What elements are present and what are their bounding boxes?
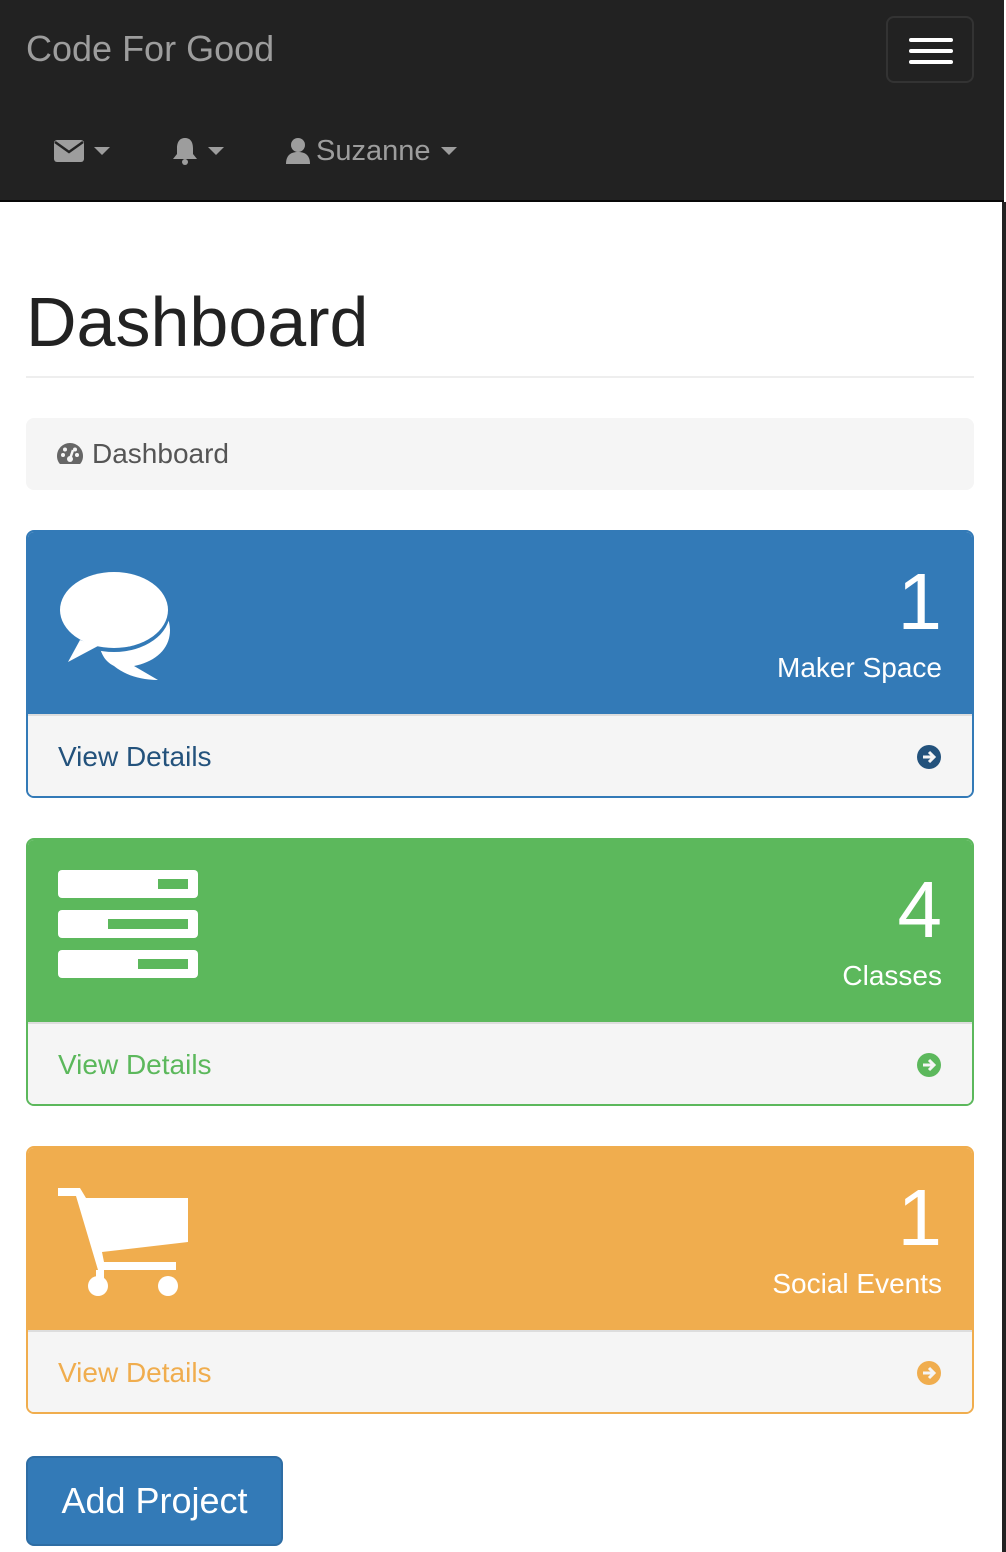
view-details-link[interactable]: View Details	[58, 1049, 212, 1081]
dashboard-icon	[57, 443, 83, 464]
caret-down-icon	[94, 147, 110, 155]
add-project-button[interactable]: Add Project	[26, 1456, 283, 1546]
maker-space-label: Maker Space	[777, 652, 942, 683]
tasks-icon	[58, 870, 198, 978]
social-events-view-details[interactable]: View Details	[28, 1330, 972, 1412]
user-icon	[286, 138, 310, 164]
messages-dropdown[interactable]	[54, 130, 110, 172]
view-details-link[interactable]: View Details	[58, 741, 212, 773]
classes-label: Classes	[842, 960, 942, 991]
maker-space-count: 1	[897, 557, 943, 646]
breadcrumb-item: Dashboard	[92, 438, 229, 469]
alerts-dropdown[interactable]	[172, 130, 224, 172]
caret-down-icon	[208, 147, 224, 155]
classes-count: 4	[897, 865, 943, 954]
social-events-count: 1	[897, 1173, 943, 1262]
breadcrumb: Dashboard	[26, 418, 974, 490]
brand-link[interactable]: Code For Good	[26, 28, 274, 70]
comments-icon	[58, 572, 170, 680]
classes-view-details[interactable]: View Details	[28, 1022, 972, 1104]
shopping-cart-icon	[58, 1188, 188, 1296]
social-events-label: Social Events	[772, 1268, 942, 1299]
page-title: Dashboard	[26, 283, 369, 361]
envelope-icon	[54, 140, 84, 162]
hamburger-icon	[909, 38, 953, 42]
page-header: Dashboard	[26, 282, 974, 378]
arrow-circle-right-icon	[917, 1053, 941, 1077]
maker-space-panel: 1 Maker Space View Details	[26, 530, 974, 798]
page-edge	[1002, 202, 1006, 1552]
arrow-circle-right-icon	[917, 1361, 941, 1385]
maker-space-view-details[interactable]: View Details	[28, 714, 972, 796]
view-details-link[interactable]: View Details	[58, 1357, 212, 1389]
arrow-circle-right-icon	[917, 745, 941, 769]
navbar: Code For Good Suzanne	[0, 0, 1004, 202]
classes-panel: 4 Classes View Details	[26, 838, 974, 1106]
caret-down-icon	[440, 147, 457, 155]
social-events-panel: 1 Social Events View Details	[26, 1146, 974, 1414]
navbar-toggle-button[interactable]	[886, 16, 974, 83]
user-dropdown[interactable]: Suzanne	[286, 130, 457, 172]
user-name: Suzanne	[316, 134, 431, 167]
bell-icon	[173, 138, 197, 165]
